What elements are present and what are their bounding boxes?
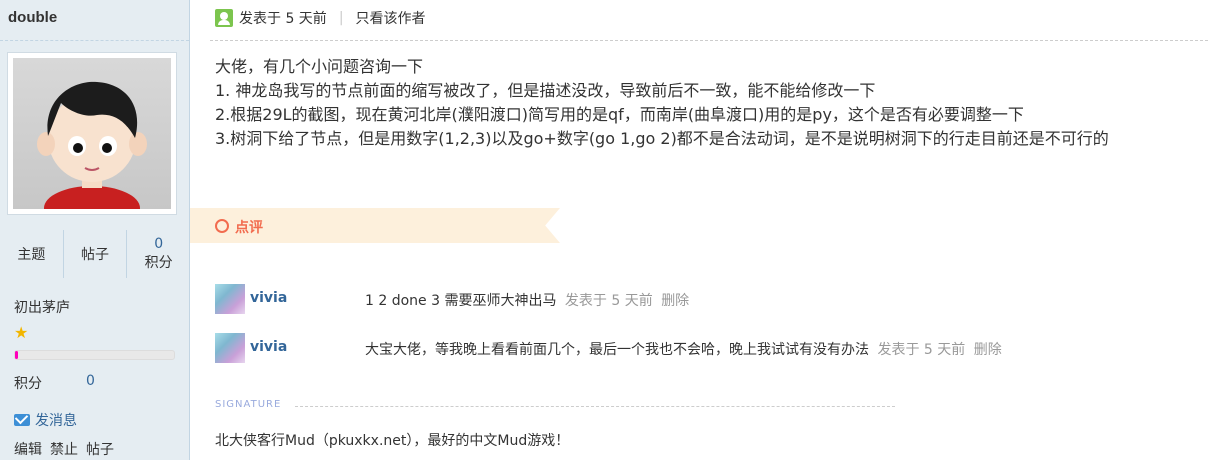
level-progress-bar: [14, 350, 175, 360]
commenter-avatar[interactable]: [215, 333, 245, 363]
envelope-icon: [14, 414, 30, 426]
circle-icon: [215, 219, 229, 233]
comments-label: 点评: [235, 220, 263, 236]
commenter-name[interactable]: vivia: [250, 290, 287, 306]
commenter-name[interactable]: vivia: [250, 339, 287, 355]
stat-threads-label: 主题: [17, 247, 46, 263]
stat-posts[interactable]: 帖子: [62, 230, 127, 278]
commenter-avatar[interactable]: [215, 284, 245, 314]
ban-link[interactable]: 禁止: [50, 439, 78, 459]
avatar[interactable]: [7, 52, 177, 215]
signature-text: 北大侠客行Mud（pkuxkx.net），最好的中文Mud游戏！: [215, 433, 570, 449]
stat-points-label: 积分: [144, 255, 173, 271]
post-line: 2.根据29L的截图，现在黄河北岸(濮阳渡口)简写用的是qf，而南岸(曲阜渡口)…: [215, 105, 1024, 124]
signature-label: SIGNATURE: [215, 399, 282, 410]
points-value: 0: [86, 373, 95, 389]
comments-header: 点评: [190, 208, 560, 243]
author-username[interactable]: double: [8, 9, 57, 26]
post-line: 3.树洞下给了节点，但是用数字(1,2,3)以及go+数字(go 1,go 2)…: [215, 129, 1109, 148]
admin-links: 编辑 禁止 帖子: [14, 439, 114, 459]
comment-text: 1 2 done 3 需要巫师大神出马: [365, 293, 557, 309]
stat-points[interactable]: 0 积分: [126, 230, 190, 278]
comment-item: vivia 1 2 done 3 需要巫师大神出马 发表于 5 天前 删除: [215, 283, 689, 315]
post-meta: 发表于 5 天前 | 只看该作者: [215, 8, 426, 28]
divider: [0, 40, 189, 41]
cartoon-boy-icon: [37, 81, 147, 209]
post-line: 大佬，有几个小问题咨询一下: [215, 57, 424, 76]
edit-link[interactable]: 编辑: [14, 439, 42, 459]
comment-text: 大宝大佬，等我晚上看看前面几个，最后一个我也不会哈，晚上我试试有没有办法: [365, 342, 869, 358]
post-content: 大佬，有几个小问题咨询一下 1. 神龙岛我写的节点前面的缩写被改了，但是描述没改…: [215, 55, 1109, 151]
comment-body: 1 2 done 3 需要巫师大神出马 发表于 5 天前 删除: [365, 290, 689, 310]
avatar-image: [13, 58, 171, 209]
signature-divider: [295, 406, 895, 407]
user-group-title[interactable]: 初出茅庐: [14, 297, 70, 317]
star-icon: ★: [14, 323, 29, 342]
points-row: 积分 0: [14, 373, 95, 393]
author-sidebar: double 主题 帖子 0 积分 初出茅庐 ★ 积分 0 发消息 编辑 禁止 …: [0, 0, 190, 460]
author-stats: 主题 帖子 0 积分: [0, 230, 190, 278]
comment-body: 大宝大佬，等我晚上看看前面几个，最后一个我也不会哈，晚上我试试有没有办法 发表于…: [365, 339, 1002, 359]
stat-threads[interactable]: 主题: [0, 230, 63, 278]
comment-item: vivia 大宝大佬，等我晚上看看前面几个，最后一个我也不会哈，晚上我试试有没有…: [215, 332, 1002, 364]
level-progress-fill: [15, 351, 19, 359]
send-message-link[interactable]: 发消息: [14, 410, 77, 430]
user-online-icon: [215, 9, 233, 27]
posts-link[interactable]: 帖子: [86, 439, 114, 459]
comment-time: 发表于 5 天前: [564, 293, 653, 309]
post-line: 1. 神龙岛我写的节点前面的缩写被改了，但是描述没改，导致前后不一致，能不能给修…: [215, 81, 876, 100]
delete-comment-link[interactable]: 删除: [661, 293, 689, 309]
post-time: 发表于 5 天前: [239, 11, 327, 27]
only-author-link[interactable]: 只看该作者: [356, 8, 426, 28]
stat-points-value: 0: [154, 236, 164, 252]
send-message-label: 发消息: [35, 413, 77, 429]
meta-separator: |: [338, 10, 344, 26]
stat-posts-label: 帖子: [81, 247, 109, 263]
divider: [210, 40, 1208, 41]
comment-time: 发表于 5 天前: [877, 342, 966, 358]
delete-comment-link[interactable]: 删除: [974, 342, 1002, 358]
points-label: 积分: [14, 376, 42, 392]
